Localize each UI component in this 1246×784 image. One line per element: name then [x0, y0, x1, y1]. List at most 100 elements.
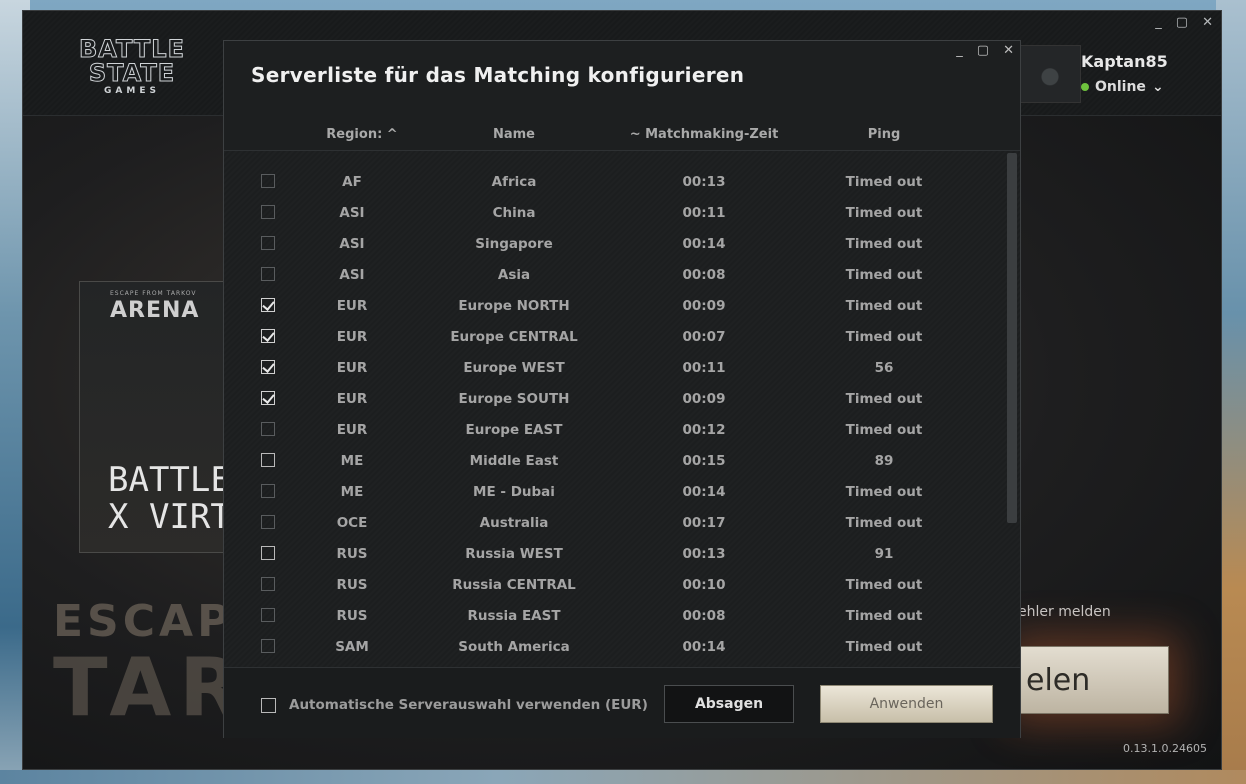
close-icon[interactable]: ✕ — [1003, 43, 1014, 58]
column-header-matchmaking-time[interactable]: ~ Matchmaking-Zeit — [624, 127, 784, 142]
table-row[interactable]: RUS Russia EAST 00:08 Timed out — [224, 601, 1004, 632]
table-row[interactable]: ASI Singapore 00:14 Timed out — [224, 229, 1004, 260]
row-name: Africa — [491, 174, 537, 190]
row-region: OCE — [336, 515, 368, 531]
arena-logo: ARENA — [110, 298, 200, 323]
row-matchmaking-time: 00:11 — [682, 205, 726, 221]
server-checkbox[interactable] — [261, 267, 275, 281]
row-name: Russia CENTRAL — [452, 577, 576, 593]
cancel-button[interactable]: Absagen — [664, 685, 794, 723]
row-matchmaking-time: 00:14 — [682, 639, 726, 655]
row-matchmaking-time: 00:12 — [682, 422, 726, 438]
table-row[interactable]: OCE Australia 00:17 Timed out — [224, 508, 1004, 539]
table-row[interactable]: ASI Asia 00:08 Timed out — [224, 260, 1004, 291]
table-row[interactable]: EUR Europe EAST 00:12 Timed out — [224, 415, 1004, 446]
table-row[interactable]: EUR Europe NORTH 00:09 Timed out — [224, 291, 1004, 322]
minimize-icon[interactable]: _ — [956, 43, 963, 58]
close-icon[interactable]: ✕ — [1202, 15, 1213, 30]
table-row[interactable]: ASI China 00:11 Timed out — [224, 198, 1004, 229]
server-list-dialog: Serverliste für das Matching konfigurier… — [223, 40, 1021, 738]
row-ping: Timed out — [845, 422, 923, 438]
row-ping: Timed out — [845, 484, 923, 500]
play-button[interactable]: elen — [1019, 646, 1169, 714]
server-checkbox[interactable] — [261, 608, 275, 622]
server-checkbox[interactable] — [261, 391, 275, 405]
version-label: 0.13.1.0.24605 — [1123, 742, 1207, 755]
row-region: RUS — [336, 608, 368, 624]
table-row[interactable]: RUS Russia CENTRAL 00:10 Timed out — [224, 570, 1004, 601]
status-dropdown[interactable]: Online ⌄ — [1081, 79, 1164, 95]
server-checkbox[interactable] — [261, 484, 275, 498]
row-region: EUR — [336, 329, 368, 345]
arena-headline-1: BATTLEST — [108, 460, 240, 500]
report-bug-link[interactable]: ehler melden — [1018, 604, 1111, 620]
server-checkbox[interactable] — [261, 546, 275, 560]
scrollbar[interactable] — [1007, 153, 1017, 523]
row-ping: Timed out — [845, 205, 923, 221]
apply-button[interactable]: Anwenden — [820, 685, 993, 723]
row-name: Europe NORTH — [458, 298, 570, 314]
battlestate-logo: BATTLE STATE GAMES — [79, 35, 185, 96]
server-checkbox[interactable] — [261, 360, 275, 374]
column-header-region[interactable]: Region: ^ — [322, 127, 402, 142]
chevron-down-icon: ⌄ — [1151, 79, 1164, 95]
row-region: EUR — [336, 298, 368, 314]
row-name: Asia — [497, 267, 531, 283]
table-row[interactable]: EUR Europe SOUTH 00:09 Timed out — [224, 384, 1004, 415]
table-row[interactable]: ME ME - Dubai 00:14 Timed out — [224, 477, 1004, 508]
server-checkbox[interactable] — [261, 236, 275, 250]
status-text: Online — [1095, 79, 1146, 95]
server-checkbox[interactable] — [261, 577, 275, 591]
row-name: Europe SOUTH — [458, 391, 570, 407]
row-ping: Timed out — [845, 267, 923, 283]
row-region: RUS — [336, 577, 368, 593]
server-checkbox[interactable] — [261, 453, 275, 467]
row-matchmaking-time: 00:09 — [682, 391, 726, 407]
server-checkbox[interactable] — [261, 174, 275, 188]
row-name: Europe EAST — [465, 422, 563, 438]
auto-select-label: Automatische Serverauswahl verwenden (EU… — [289, 697, 648, 713]
row-ping: Timed out — [845, 608, 923, 624]
server-list: AF Africa 00:13 Timed out ASI China 00:11 Timed… — [224, 151, 1020, 667]
row-ping: Timed out — [845, 391, 923, 407]
row-name: Europe CENTRAL — [450, 329, 578, 345]
row-ping: Timed out — [845, 236, 923, 252]
row-matchmaking-time: 00:09 — [682, 298, 726, 314]
row-ping: Timed out — [845, 577, 923, 593]
avatar[interactable] — [1019, 45, 1081, 103]
row-ping: 91 — [874, 546, 894, 562]
row-ping: 89 — [874, 453, 894, 469]
row-region: AF — [342, 174, 362, 190]
server-checkbox[interactable] — [261, 422, 275, 436]
row-ping: 56 — [874, 360, 894, 376]
column-header-name[interactable]: Name — [434, 127, 594, 142]
auto-select-checkbox[interactable] — [261, 698, 276, 713]
server-checkbox[interactable] — [261, 205, 275, 219]
row-region: SAM — [335, 639, 369, 655]
row-ping: Timed out — [845, 298, 923, 314]
user-name: Kaptan85 — [1081, 52, 1168, 71]
table-row[interactable]: RUS Russia WEST 00:13 91 — [224, 539, 1004, 570]
row-region: ME — [340, 484, 364, 500]
row-matchmaking-time: 00:13 — [682, 174, 726, 190]
table-row[interactable]: ME Middle East 00:15 89 — [224, 446, 1004, 477]
server-checkbox[interactable] — [261, 298, 275, 312]
server-checkbox[interactable] — [261, 329, 275, 343]
desktop-background-bottom — [0, 770, 1246, 784]
launcher-window-controls: _ ▢ ✕ — [1155, 15, 1213, 30]
column-header-ping[interactable]: Ping — [824, 127, 944, 142]
tarkov-logo-bottom: TAR — [53, 641, 249, 734]
table-row[interactable]: EUR Europe WEST 00:11 56 — [224, 353, 1004, 384]
table-row[interactable]: AF Africa 00:13 Timed out — [224, 167, 1004, 198]
table-row[interactable]: SAM South America 00:14 Timed out — [224, 632, 1004, 663]
row-region: ASI — [339, 205, 365, 221]
row-region: ASI — [339, 236, 365, 252]
maximize-icon[interactable]: ▢ — [1176, 15, 1188, 30]
maximize-icon[interactable]: ▢ — [977, 43, 989, 58]
row-name: Singapore — [475, 236, 553, 252]
arena-news-card[interactable]: ESCAPE FROM TARKOV ARENA BATTLEST X VIRT… — [79, 281, 241, 553]
table-row[interactable]: EUR Europe CENTRAL 00:07 Timed out — [224, 322, 1004, 353]
server-checkbox[interactable] — [261, 639, 275, 653]
server-checkbox[interactable] — [261, 515, 275, 529]
minimize-icon[interactable]: _ — [1155, 15, 1162, 30]
